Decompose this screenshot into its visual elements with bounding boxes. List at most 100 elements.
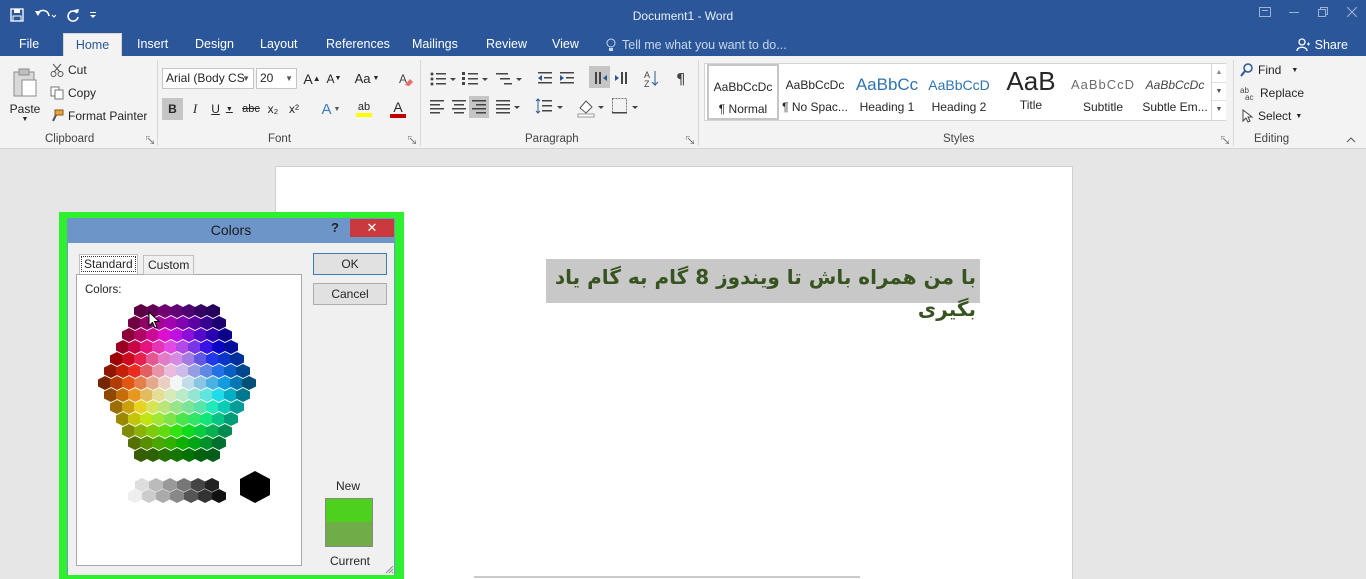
style-heading-1[interactable]: AaBbCc Heading 1 (851, 64, 923, 120)
paragraph-launcher-icon[interactable] (686, 136, 694, 144)
style-preview: AaBbCcDc (713, 80, 773, 94)
superscript-icon: x² (289, 102, 299, 116)
font-color-bar (390, 114, 406, 118)
select-button[interactable]: Select ▼ (1242, 109, 1302, 123)
style-preview: AaB (1006, 66, 1056, 96)
document-text[interactable]: با من همراه باش تا ویندوز 8 گام به گام ی… (546, 259, 980, 321)
justify-icon (496, 100, 520, 114)
replace-label: Replace (1260, 86, 1305, 100)
share-label: Share (1314, 37, 1348, 52)
ribbon-display-icon[interactable] (1250, 0, 1279, 24)
text-effects-button[interactable]: A ▼ (318, 98, 344, 120)
line-spacing-icon (535, 98, 563, 114)
paste-label: Paste (9, 101, 41, 116)
align-center-icon (452, 100, 466, 114)
ribbon-tabs: File Home Insert Design Layout Reference… (0, 33, 1366, 56)
bold-button[interactable]: B (162, 98, 183, 120)
change-case-icon: Aa (354, 71, 371, 86)
font-color-button[interactable]: A (382, 98, 414, 120)
tab-review[interactable]: Review (486, 33, 527, 56)
horizontal-scrollbar[interactable] (474, 576, 860, 578)
paragraph-group-label: Paragraph (525, 133, 579, 145)
styles-scroll[interactable]: ▲ ▼ ▼ (1211, 64, 1226, 120)
styles-launcher-icon[interactable] (1221, 136, 1229, 144)
svg-text:A: A (399, 72, 407, 86)
style-title[interactable]: AaB Title (995, 64, 1067, 120)
font-size-combo[interactable]: 20 ▼ (256, 68, 297, 89)
clipboard-launcher-icon[interactable] (146, 136, 154, 144)
font-name-combo[interactable]: Arial (Body CS ▼ (162, 68, 254, 89)
close-button[interactable]: ✕ (350, 219, 394, 237)
cut-button[interactable]: Cut (50, 63, 87, 77)
ok-button[interactable]: OK (313, 253, 387, 275)
tab-custom[interactable]: Custom (143, 255, 195, 275)
tab-design[interactable]: Design (195, 33, 234, 56)
grow-font-button[interactable]: A ▲ (302, 68, 322, 89)
copy-button[interactable]: Copy (50, 86, 96, 100)
find-button[interactable]: Find ▼ (1240, 63, 1298, 77)
style-subtle-emphasis[interactable]: AaBbCcDc Subtle Em... (1139, 64, 1211, 120)
restore-icon[interactable] (1308, 0, 1337, 24)
superscript-button[interactable]: x² (284, 98, 304, 120)
borders-icon (612, 98, 638, 114)
scroll-up-icon[interactable]: ▲ (1212, 64, 1226, 82)
share-button[interactable]: Share (1295, 33, 1348, 56)
help-button[interactable]: ? (331, 220, 339, 235)
close-window-icon[interactable] (1337, 0, 1366, 24)
clear-formatting-button[interactable]: A (396, 68, 416, 89)
collapse-ribbon-icon[interactable] (1344, 134, 1358, 146)
scissors-icon (50, 63, 64, 77)
tab-file[interactable]: File (19, 33, 39, 56)
paste-button[interactable]: Paste ▼ (8, 62, 42, 128)
tab-standard[interactable]: Standard (79, 254, 138, 274)
shrink-font-button[interactable]: A ▼ (324, 68, 344, 89)
more-styles-icon[interactable]: ▼ (1212, 100, 1226, 118)
resize-grip-icon[interactable] (385, 565, 394, 574)
tell-me-box[interactable]: Tell me what you want to do... (606, 33, 787, 56)
cursor-arrow-icon (1242, 109, 1254, 123)
underline-button[interactable]: U ▼ (207, 98, 237, 120)
minimize-icon[interactable] (1279, 0, 1308, 24)
style-name: Subtle Em... (1142, 100, 1208, 114)
scroll-down-icon[interactable]: ▼ (1212, 82, 1226, 100)
grow-font-icon: A (303, 70, 313, 87)
tab-mailings[interactable]: Mailings (412, 33, 458, 56)
copy-icon (50, 86, 64, 100)
italic-button[interactable]: I (185, 98, 205, 120)
select-label: Select (1258, 109, 1292, 123)
numbering-icon (462, 72, 488, 85)
tab-home[interactable]: Home (63, 33, 122, 56)
change-case-button[interactable]: Aa ▼ (352, 68, 382, 89)
strikethrough-icon: abc (242, 103, 260, 115)
svg-text:Z: Z (644, 79, 650, 89)
text-effects-icon: A (321, 100, 332, 118)
italic-icon: I (192, 101, 198, 116)
style-no-spacing[interactable]: AaBbCcDc ¶ No Spac... (779, 64, 851, 120)
align-left-icon (430, 100, 444, 114)
highlight-button[interactable]: ab (348, 98, 380, 120)
strikethrough-button[interactable]: abc (240, 98, 262, 120)
tab-references[interactable]: References (326, 33, 390, 56)
style-subtitle[interactable]: AaBbCcD Subtitle (1067, 64, 1139, 120)
format-painter-label: Format Painter (68, 109, 148, 123)
style-normal[interactable]: AaBbCcDc ¶ Normal (707, 64, 779, 120)
replace-button[interactable]: ab ac Replace (1240, 86, 1304, 100)
rtl-direction-icon (615, 72, 627, 84)
format-painter-button[interactable]: Format Painter (50, 109, 147, 123)
colors-label: Colors: (85, 284, 122, 296)
subscript-button[interactable]: x₂ (263, 98, 283, 120)
styles-group-label: Styles (943, 133, 975, 145)
bullets-icon (430, 72, 456, 86)
style-name: Title (1019, 98, 1043, 112)
tab-insert[interactable]: Insert (137, 33, 168, 56)
tab-view[interactable]: View (552, 33, 579, 56)
find-label: Find (1258, 63, 1282, 77)
paste-dropdown-icon: ▼ (21, 115, 29, 123)
font-launcher-icon[interactable] (408, 136, 416, 144)
tab-layout[interactable]: Layout (260, 33, 298, 56)
style-preview: AaBbCcDc (785, 78, 845, 92)
paintbrush-icon (52, 109, 64, 122)
cancel-button[interactable]: Cancel (313, 283, 387, 305)
style-heading-2[interactable]: AaBbCcD Heading 2 (923, 64, 995, 120)
font-group-label: Font (268, 133, 292, 145)
